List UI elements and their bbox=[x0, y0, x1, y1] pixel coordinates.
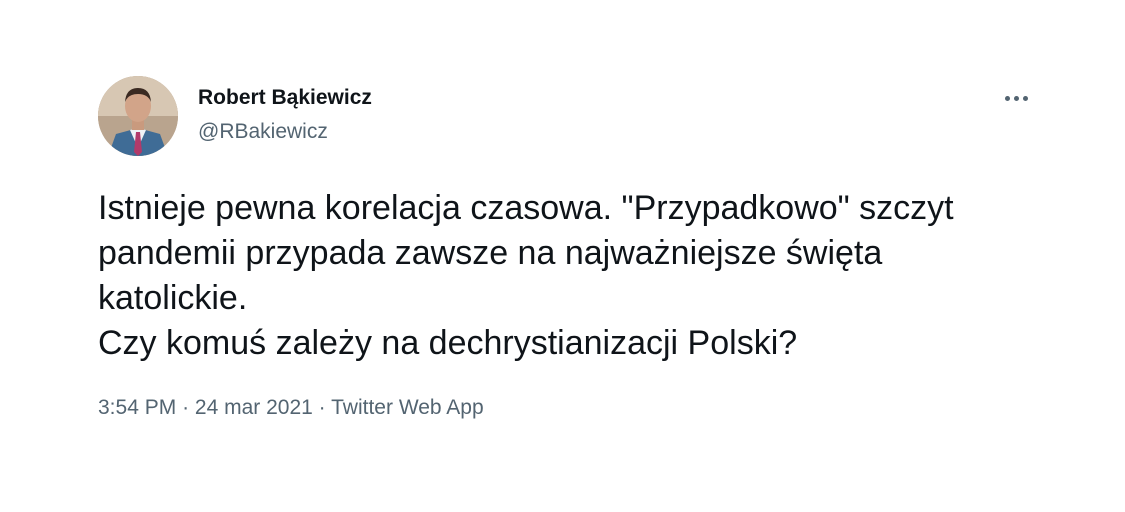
meta-separator: · bbox=[318, 396, 326, 419]
more-options-button[interactable] bbox=[998, 84, 1034, 112]
tweet-text-line: pandemii przypada zawsze na najważniejsz… bbox=[98, 234, 883, 272]
author-handle[interactable]: @RBakiewicz bbox=[198, 120, 328, 144]
more-horizontal-icon bbox=[1022, 95, 1028, 101]
tweet-time[interactable]: 3:54 PM bbox=[98, 396, 176, 419]
more-horizontal-icon bbox=[1004, 95, 1010, 101]
tweet-card: Robert Bąkiewicz @RBakiewicz Istnieje pe… bbox=[0, 0, 1125, 512]
avatar[interactable] bbox=[98, 76, 178, 156]
tweet-text-line: katolickie. bbox=[98, 279, 248, 317]
tweet-source[interactable]: Twitter Web App bbox=[331, 396, 484, 419]
tweet-date[interactable]: 24 mar 2021 bbox=[195, 396, 313, 419]
author-name[interactable]: Robert Bąkiewicz bbox=[198, 86, 372, 110]
tweet-metadata: 3:54 PM · 24 mar 2021 · Twitter Web App bbox=[98, 396, 484, 420]
tweet-text-line: Istnieje pewna korelacja czasowa. "Przyp… bbox=[98, 189, 954, 227]
tweet-text: Istnieje pewna korelacja czasowa. "Przyp… bbox=[98, 186, 1078, 366]
more-horizontal-icon bbox=[1013, 95, 1019, 101]
tweet-text-line: Czy komuś zależy na dechrystianizacji Po… bbox=[98, 324, 798, 362]
avatar-photo bbox=[98, 76, 178, 156]
meta-separator: · bbox=[182, 396, 190, 419]
